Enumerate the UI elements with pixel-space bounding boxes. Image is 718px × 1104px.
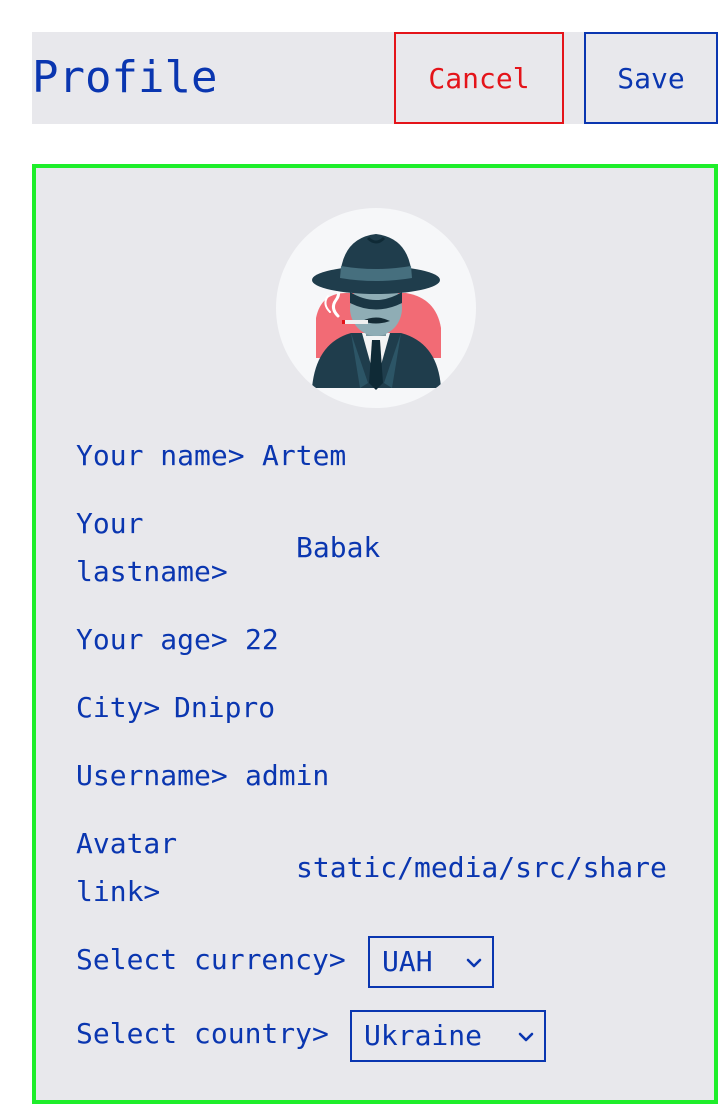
currency-row: Select currency> UAH	[76, 936, 674, 990]
country-select[interactable]: Ukraine	[350, 1010, 546, 1062]
city-row: City> Dnipro	[76, 684, 275, 732]
profile-page: Profile Cancel Save Your name> Artem You…	[0, 0, 718, 1104]
currency-label: Select currency>	[76, 943, 346, 976]
profile-header: Profile Cancel Save	[32, 32, 718, 124]
country-selected-value: Ukraine	[364, 1019, 483, 1052]
country-row: Select country> Ukraine	[76, 1010, 674, 1064]
username-label: Username>	[76, 759, 228, 792]
avatar-link-value: static/media/src/share	[296, 851, 667, 884]
name-row: Your name> Artem	[76, 432, 346, 480]
profile-card: Your name> Artem Your lastname> Babak Yo…	[32, 164, 718, 1104]
detective-avatar-icon	[312, 234, 441, 390]
chevron-down-icon	[466, 958, 482, 968]
city-label: City>	[76, 691, 161, 724]
age-value[interactable]: 22	[245, 616, 279, 664]
currency-select[interactable]: UAH	[368, 936, 494, 988]
save-button[interactable]: Save	[584, 32, 718, 124]
avatar-link-row: Avatar link> static/media/src/share	[76, 820, 674, 916]
name-value[interactable]: Artem	[262, 432, 346, 480]
username-row: Username> admin	[76, 752, 329, 800]
chevron-down-icon	[518, 1032, 534, 1042]
lastname-row: Your lastname> Babak	[76, 500, 380, 596]
username-value[interactable]: admin	[245, 752, 329, 800]
city-value[interactable]: Dnipro	[174, 684, 275, 732]
lastname-value[interactable]: Babak	[296, 524, 380, 572]
cancel-button[interactable]: Cancel	[394, 32, 564, 124]
avatar-link-value-wrap[interactable]: static/media/src/share	[296, 844, 674, 892]
age-label: Your age>	[76, 623, 228, 656]
name-label: Your name>	[76, 439, 245, 472]
currency-selected-value: UAH	[382, 945, 433, 978]
avatar	[276, 208, 476, 408]
age-row: Your age> 22	[76, 616, 279, 664]
country-label: Select country>	[76, 1017, 329, 1050]
avatar-link-label: Avatar link>	[76, 827, 178, 908]
lastname-label: Your lastname>	[76, 507, 228, 588]
page-title: Profile	[32, 52, 218, 103]
